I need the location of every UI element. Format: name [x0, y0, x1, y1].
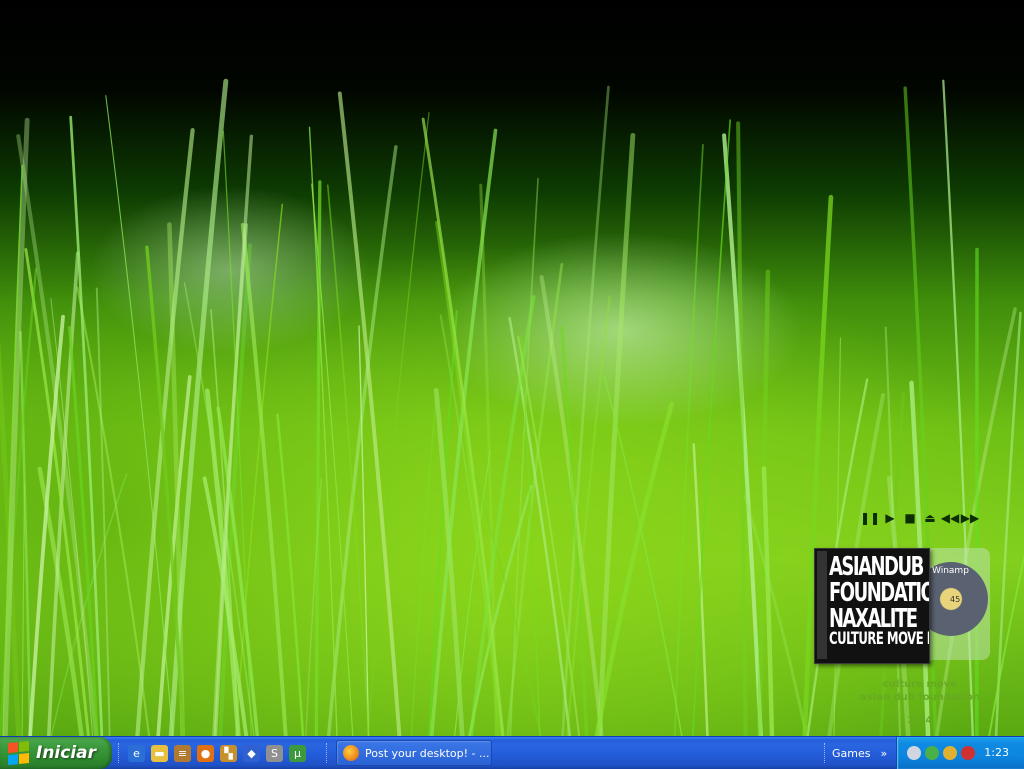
- folder-icon[interactable]: ▬: [151, 745, 168, 762]
- messenger-icon[interactable]: S: [266, 745, 283, 762]
- album-spine: [817, 551, 827, 659]
- utorrent-tray-icon[interactable]: [925, 746, 939, 760]
- start-label: Iniciar: [36, 743, 96, 763]
- grass-blade: [30, 317, 63, 736]
- quick-launch-toolbar: e ▬ ≡ ● ▚ ◆ Sµ: [118, 737, 306, 769]
- chevron-right-icon[interactable]: »: [880, 747, 887, 760]
- play-icon[interactable]: ▶: [882, 510, 898, 526]
- album-cover: ASIANDUB FOUNDATION NAXALITE CULTURE MOV…: [814, 548, 930, 664]
- winamp-album-art[interactable]: Winamp 45 ASIANDUB FOUNDATION NAXALITE C…: [814, 548, 994, 664]
- grass-blade: [18, 136, 96, 736]
- grass-blade: [22, 483, 24, 736]
- internet-explorer-icon[interactable]: e: [128, 745, 145, 762]
- track-title: culture move: [830, 678, 1010, 691]
- grass-blade: [521, 336, 540, 736]
- clock[interactable]: 1:23: [984, 746, 1009, 759]
- album-title-line-2: FOUNDATION: [829, 579, 927, 605]
- games-toolbar: Games »: [824, 737, 887, 769]
- cd-number: 45: [950, 595, 960, 604]
- firefox-icon: [343, 745, 359, 761]
- track-time: 2:34: [830, 714, 1010, 727]
- taskbar-button-firefox[interactable]: Post your desktop! - ...: [336, 740, 492, 766]
- start-button[interactable]: Iniciar: [0, 737, 112, 769]
- games-toolbar-label[interactable]: Games: [832, 747, 870, 760]
- album-title-line-1: ASIANDUB: [829, 553, 927, 579]
- media-player-icon[interactable]: ◆: [243, 745, 260, 762]
- winamp-controls: ❚❚▶■⏏◀◀▶▶: [862, 510, 978, 526]
- cd-label: Winamp: [932, 566, 969, 576]
- track-artist: asian dub foundation: [830, 691, 1010, 704]
- next-icon[interactable]: ▶▶: [962, 510, 978, 526]
- grass-blade: [675, 145, 703, 736]
- winrar-icon[interactable]: ≡: [174, 745, 191, 762]
- grass-blade: [508, 264, 562, 736]
- album-title-line-4: CULTURE MOVE EP: [829, 631, 927, 648]
- antivirus-tray-icon[interactable]: [943, 746, 957, 760]
- pause-icon[interactable]: ❚❚: [862, 510, 878, 526]
- taskbar: Iniciar e ▬ ≡ ● ▚ ◆ Sµ Post your desktop! - ..…: [0, 736, 1024, 769]
- previous-icon[interactable]: ◀◀: [942, 510, 958, 526]
- grass-blade: [542, 277, 602, 736]
- album-title-line-3: NAXALITE: [829, 605, 927, 631]
- windows-logo-icon: [8, 741, 30, 765]
- taskbar-button-label: Post your desktop! - ...: [365, 747, 489, 760]
- stop-icon[interactable]: ■: [902, 510, 918, 526]
- skype-tray-icon[interactable]: [907, 746, 921, 760]
- grass-blade: [309, 127, 337, 736]
- system-tray: 1:23: [896, 737, 1024, 769]
- tray-icons: [903, 746, 975, 760]
- paint-icon[interactable]: ▚: [220, 745, 237, 762]
- grass-blade: [306, 479, 321, 736]
- grass-blade: [368, 112, 429, 736]
- toolbar-grip[interactable]: [326, 743, 330, 763]
- network-tray-icon[interactable]: [961, 746, 975, 760]
- toolbar-grip[interactable]: [824, 743, 828, 763]
- grass-blade: [764, 468, 772, 736]
- utorrent-icon[interactable]: µ: [289, 745, 306, 762]
- winamp-track-info: culture move asian dub foundation 2:34: [830, 678, 1010, 727]
- firefox-icon[interactable]: ●: [197, 745, 214, 762]
- eject-icon[interactable]: ⏏: [922, 510, 938, 526]
